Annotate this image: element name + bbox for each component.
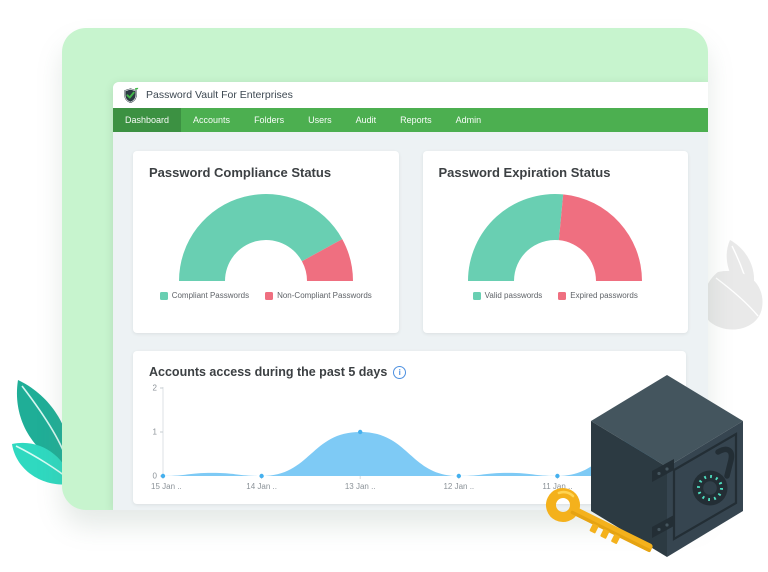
tab-admin[interactable]: Admin [444, 108, 494, 132]
svg-text:14 Jan ..: 14 Jan .. [246, 482, 277, 491]
tab-audit[interactable]: Audit [344, 108, 389, 132]
svg-text:1: 1 [153, 428, 158, 437]
legend-swatch [473, 292, 481, 300]
legend-item: Valid passwords [473, 291, 543, 300]
tab-reports[interactable]: Reports [388, 108, 444, 132]
expiration-donut-chart [455, 184, 655, 286]
legend-swatch [558, 292, 566, 300]
card-title: Password Expiration Status [439, 165, 673, 180]
svg-text:0: 0 [153, 472, 158, 481]
compliance-card: Password Compliance Status Compliant Pas… [133, 151, 399, 333]
tab-folders[interactable]: Folders [242, 108, 296, 132]
window-titlebar: Password Vault For Enterprises [113, 82, 708, 108]
card-title: Password Compliance Status [149, 165, 383, 180]
legend-item: Compliant Passwords [160, 291, 249, 300]
legend-label: Compliant Passwords [172, 291, 249, 300]
svg-text:2: 2 [153, 384, 158, 393]
expiration-card: Password Expiration Status Valid passwor… [423, 151, 689, 333]
card-title: Accounts access during the past 5 days [149, 365, 387, 379]
tab-users[interactable]: Users [296, 108, 344, 132]
tab-dashboard[interactable]: Dashboard [113, 108, 181, 132]
chart-legend: Compliant Passwords Non-Compliant Passwo… [149, 291, 383, 300]
app-title: Password Vault For Enterprises [146, 89, 293, 101]
svg-text:12 Jan ..: 12 Jan .. [443, 482, 474, 491]
key-illustration [534, 484, 674, 566]
compliance-donut-chart [166, 184, 366, 286]
legend-label: Valid passwords [485, 291, 543, 300]
legend-item: Expired passwords [558, 291, 638, 300]
info-icon[interactable]: i [393, 366, 406, 379]
shield-logo-icon [122, 87, 139, 104]
main-navbar: Dashboard Accounts Folders Users Audit R… [113, 108, 708, 132]
legend-label: Expired passwords [570, 291, 638, 300]
tab-accounts[interactable]: Accounts [181, 108, 242, 132]
svg-text:13 Jan ..: 13 Jan .. [345, 482, 376, 491]
legend-item: Non-Compliant Passwords [265, 291, 372, 300]
page: Password Vault For Enterprises Dashboard… [0, 0, 768, 572]
legend-swatch [265, 292, 273, 300]
svg-text:15 Jan ..: 15 Jan .. [151, 482, 182, 491]
chart-legend: Valid passwords Expired passwords [439, 291, 673, 300]
legend-label: Non-Compliant Passwords [277, 291, 372, 300]
legend-swatch [160, 292, 168, 300]
